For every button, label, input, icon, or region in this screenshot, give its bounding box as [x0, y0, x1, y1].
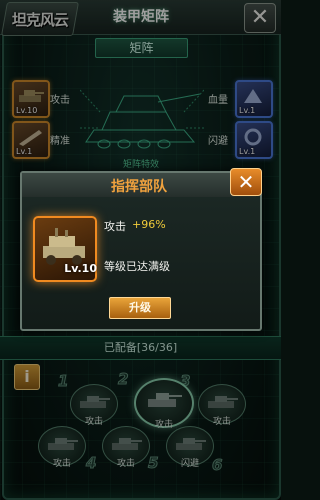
unit-level: Lv.10: [64, 262, 97, 275]
stat-value: +96%: [132, 218, 166, 231]
upgrade-button[interactable]: 升级: [109, 297, 171, 319]
stat-name: 攻击: [104, 220, 126, 233]
popup-close-button[interactable]: ✕: [230, 168, 262, 196]
popup-title: 指挥部队: [111, 179, 167, 195]
max-level-text: 等级已达满级: [104, 260, 170, 273]
close-icon: ✕: [237, 170, 255, 194]
